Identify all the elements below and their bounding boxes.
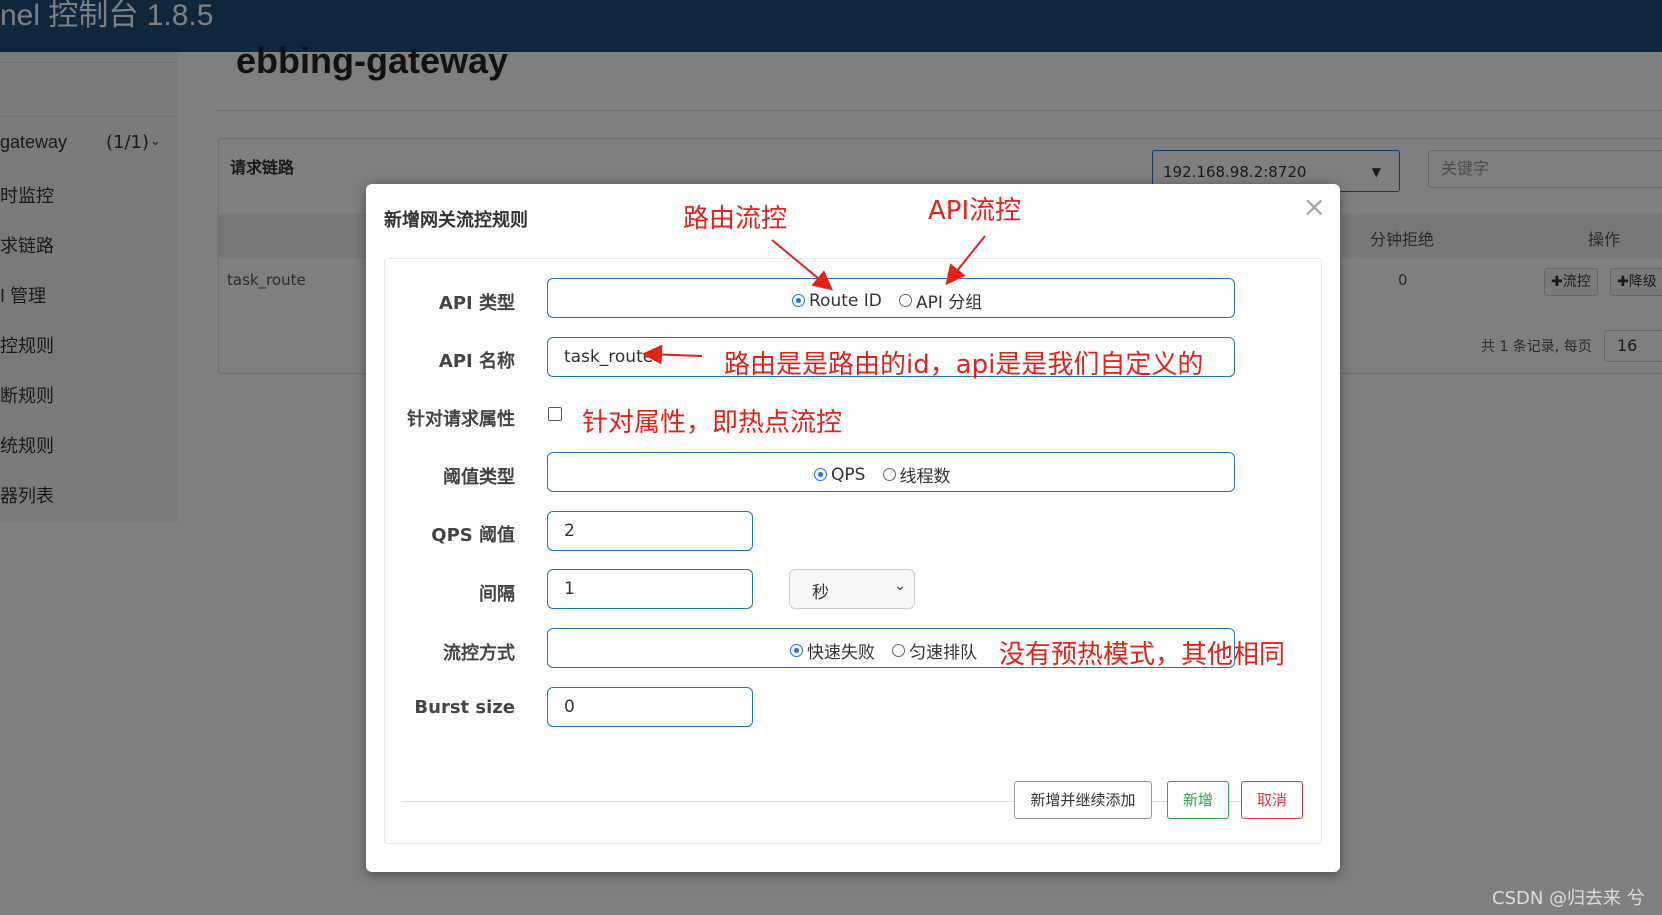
annotation-route-control: 路由流控	[683, 204, 788, 234]
arrow-route-id	[771, 239, 834, 291]
annotation-arrows	[642, 235, 986, 365]
arrow-api-name	[642, 344, 703, 365]
annotation-mode-explain: 没有预热模式，其他相同	[999, 640, 1286, 670]
annotation-api-control: API流控	[928, 196, 1022, 226]
watermark: CSDN @归去来 兮	[1492, 888, 1645, 909]
arrow-api-group	[945, 235, 986, 286]
annotation-route-explain: 路由是是路由的id，api是是我们自定义的	[724, 350, 1204, 380]
annotation-attr-explain: 针对属性，即热点流控	[582, 408, 843, 438]
